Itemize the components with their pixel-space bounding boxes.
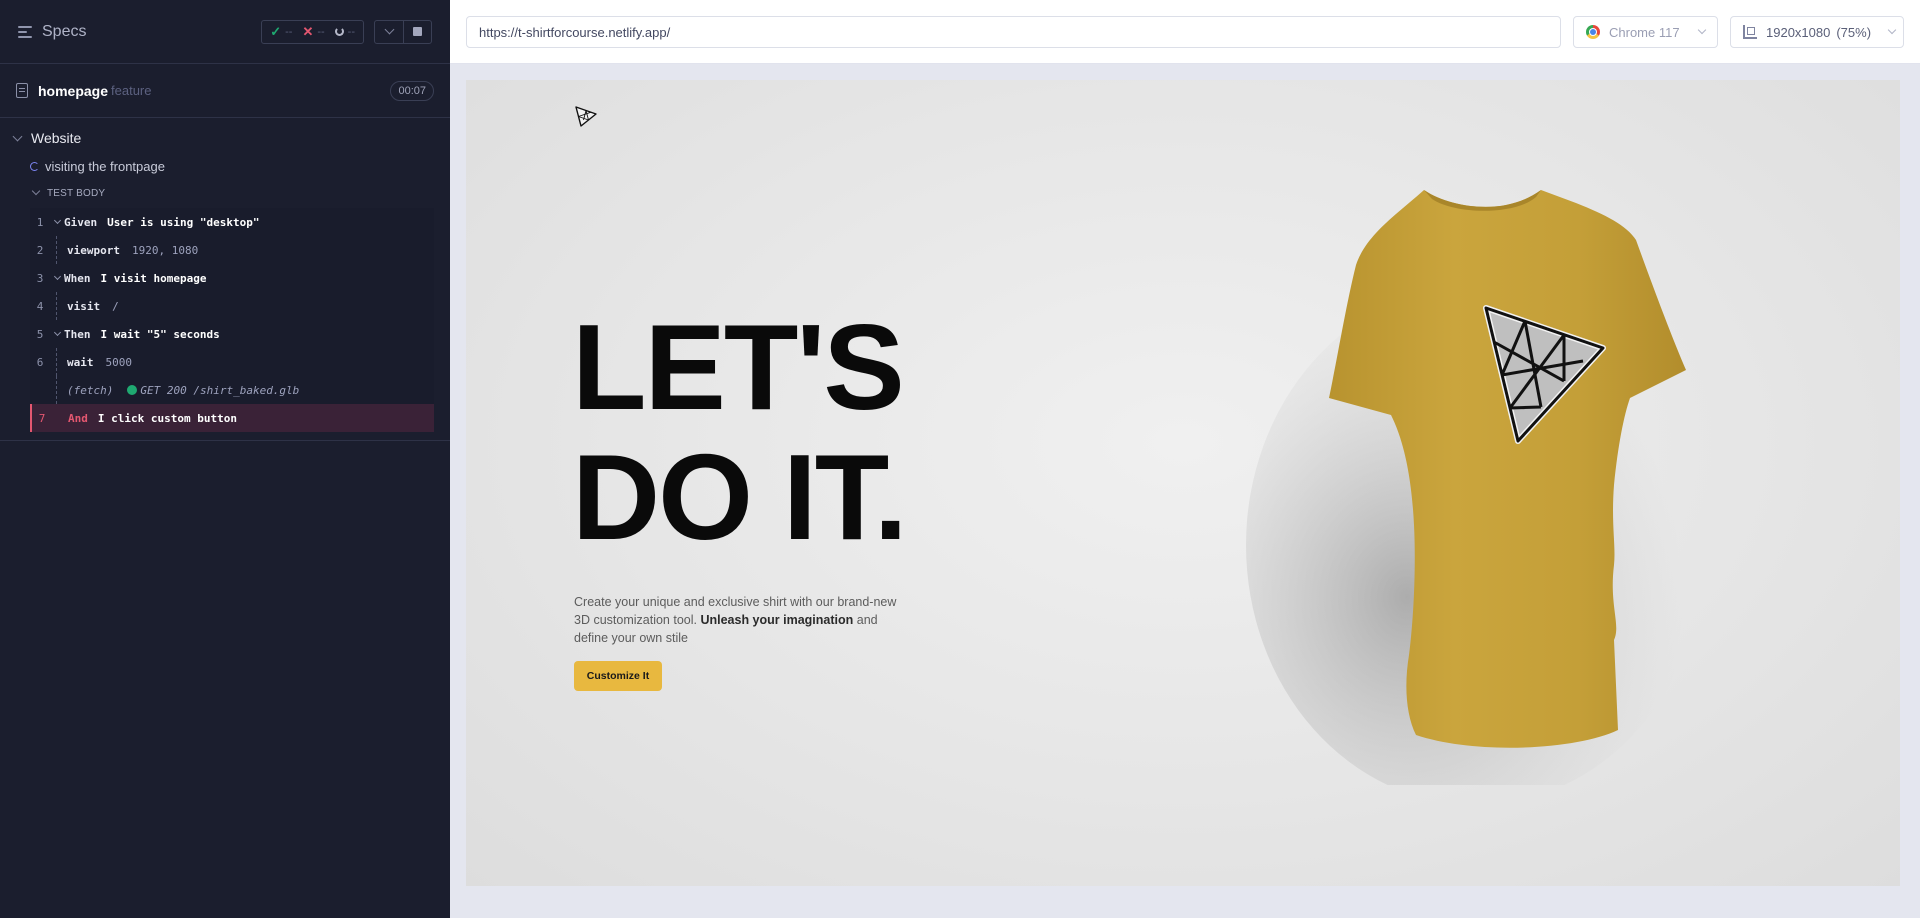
headline-line-1: LET'S [572,299,905,435]
step-keyword: Given [64,215,98,229]
command-arg: / [112,299,119,313]
command-number: 3 [36,271,44,285]
test-body-header[interactable]: TEST BODY [0,180,450,206]
passed-check-icon: ✓ [270,23,282,39]
command-name: wait [67,355,94,369]
spec-file-row: homepage feature 00:07 [0,64,450,118]
test-title: visiting the frontpage [45,158,165,174]
failed-x-icon: ✕ [302,23,314,39]
command-log: 1 Given User is using "desktop" 2 viewpo… [30,208,434,432]
chevron-down-icon [31,186,41,196]
command-number: 2 [36,243,44,257]
run-controls [374,19,432,44]
fetch-label: (fetch) [67,383,114,397]
command-visit[interactable]: 4 visit / [30,292,434,320]
test-stats: ✓ -- ✕ -- -- [261,19,364,44]
command-viewport[interactable]: 2 viewport 1920, 1080 [30,236,434,264]
command-number: 4 [36,299,44,313]
command-step-when[interactable]: 3 When I visit homepage [30,264,434,292]
customize-it-button[interactable]: Customize It [574,661,662,691]
chevron-down-icon [1697,25,1707,35]
step-keyword: And [68,411,88,425]
command-step-given[interactable]: 1 Given User is using "desktop" [30,208,434,236]
url-text: https://t-shirtforcourse.netlify.app/ [479,24,671,40]
command-wait[interactable]: 6 wait 5000 [30,348,434,376]
spec-extension: feature [111,83,152,98]
viewport-zoom: (75%) [1836,24,1872,40]
collapse-chevron-icon[interactable] [375,21,403,43]
spec-name[interactable]: homepage [38,83,108,99]
chevron-down-icon [50,216,64,225]
command-number: 5 [36,327,44,341]
chevron-down-icon [50,272,64,281]
site-logo-icon[interactable] [574,104,598,128]
hero-description: Create your unique and exclusive shirt w… [574,595,897,645]
specs-menu-icon[interactable] [18,25,32,38]
command-number: 6 [36,355,44,369]
test-visiting-frontpage[interactable]: visiting the frontpage [0,152,450,180]
cypress-runner-panel: Specs ✓ -- ✕ -- -- homepage feature 00:07 … [0,0,450,918]
chevron-down-icon [1887,25,1897,35]
command-number: 7 [38,411,46,425]
step-text: I wait "5" seconds [100,327,220,341]
passed-count: -- [285,25,293,38]
fetch-request: GET 200 /shirt_baked.glb [140,383,300,397]
step-text: I click custom button [97,411,237,425]
tshirt-3d-model [1246,190,1706,785]
status-success-dot-icon [127,385,138,395]
stop-icon [413,27,422,36]
failed-count: -- [317,25,325,38]
step-text: User is using "desktop" [107,215,260,229]
chrome-icon [1586,25,1600,39]
step-text: I visit homepage [100,271,207,285]
command-step-and-active[interactable]: 7 And I click custom button [30,404,434,432]
command-name: viewport [67,243,120,257]
command-fetch[interactable]: (fetch) GET 200 /shirt_baked.glb [30,376,434,404]
step-keyword: Then [64,327,91,341]
command-arg: 5000 [105,355,133,369]
chevron-down-icon [12,131,23,141]
app-under-test: LET'S DO IT. Create your unique and excl… [466,80,1900,886]
headline-line-2: DO IT. [572,429,908,565]
command-name: visit [67,299,101,313]
step-keyword: When [64,271,91,285]
command-step-then[interactable]: 5 Then I wait "5" seconds [30,320,434,348]
viewport-size: 1920x1080 [1766,24,1831,40]
specs-title[interactable]: Specs [42,23,86,41]
suite-website[interactable]: Website [0,124,450,152]
chevron-down-icon [50,328,64,337]
file-icon [16,83,28,98]
url-bar[interactable]: https://t-shirtforcourse.netlify.app/ [466,16,1561,48]
pending-icon [334,27,344,36]
spec-duration: 00:07 [390,80,434,101]
stop-button[interactable] [403,20,431,43]
browser-name: Chrome 117 [1609,24,1680,40]
browser-selector[interactable]: Chrome 117 [1573,16,1718,48]
suite-title: Website [31,130,82,146]
pending-count: -- [347,25,355,38]
viewport-info[interactable]: 1920x1080 (75%) [1730,16,1904,48]
browser-toolbar: https://t-shirtforcourse.netlify.app/ Ch… [450,0,1920,64]
command-number: 1 [36,215,44,229]
runner-header: Specs ✓ -- ✕ -- -- [0,0,450,64]
test-body-label: TEST BODY [47,187,106,199]
hero-headline: LET'S DO IT. [572,299,908,565]
panel-divider [0,440,450,441]
description-emphasis: Unleash your imagination [700,613,854,627]
viewport-icon [1743,25,1757,39]
running-spinner-icon [30,161,39,171]
command-arg: 1920, 1080 [131,243,199,257]
